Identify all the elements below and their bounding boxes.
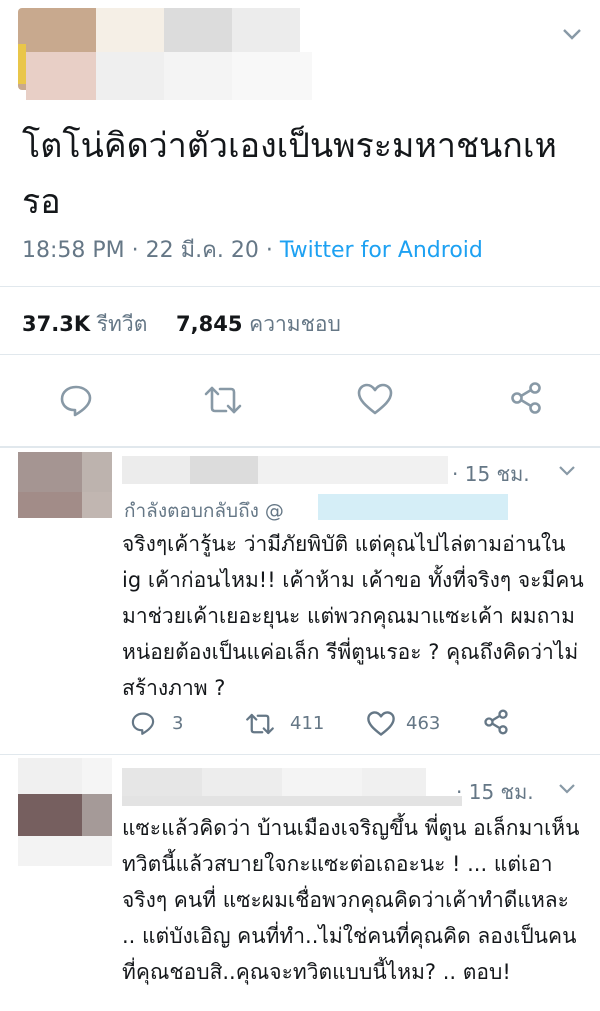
reply-icon [130, 712, 156, 740]
reply-name-redacted[interactable] [122, 768, 202, 796]
divider [0, 754, 600, 755]
chevron-down-icon[interactable] [556, 780, 578, 802]
reply-count: 3 [172, 713, 184, 734]
reply-name-redacted-2 [202, 768, 282, 796]
reply-like-button[interactable] [366, 710, 396, 741]
reply-name-redacted-3 [282, 768, 362, 796]
retweet-icon [244, 713, 276, 740]
avatar-pixel [82, 492, 112, 518]
handle-redacted [26, 52, 96, 100]
handle-redacted-3 [164, 52, 232, 100]
avatar-pixel [82, 452, 112, 492]
retweets-label[interactable]: รีทวีต [97, 312, 148, 336]
tweet-stats: 37.3K รีทวีต 7,845 ความชอบ [22, 308, 363, 341]
reply-name-redacted-3 [258, 456, 448, 484]
reply-time: · 15 ชม. [456, 780, 534, 804]
handle-redacted-4 [232, 52, 312, 100]
reply-name-redacted-4 [362, 768, 426, 796]
likes-count[interactable]: 7,845 [176, 312, 242, 336]
reply-handle-redacted [122, 796, 462, 806]
divider [0, 286, 600, 287]
like-icon [356, 382, 394, 416]
replying-to-label: กำลังตอบกลับถึง @ [124, 500, 284, 522]
avatar-pixel [18, 758, 82, 794]
meta-separator: · [131, 238, 139, 263]
divider [0, 446, 600, 448]
tweet-time: 18:58 PM [22, 238, 125, 263]
avatar-pixel [82, 794, 112, 836]
share-button[interactable] [508, 380, 544, 416]
replying-to-handle-redacted[interactable] [318, 494, 508, 520]
tweet-date[interactable]: 22 มี.ค. 20 [146, 238, 259, 263]
share-icon [508, 380, 544, 416]
likes-label[interactable]: ความชอบ [249, 312, 341, 336]
retweet-button[interactable] [202, 384, 244, 416]
retweet-icon [202, 384, 244, 416]
display-name-redacted-2 [164, 8, 232, 52]
tweet-meta: 18:58 PM · 22 มี.ค. 20 · Twitter for And… [22, 232, 483, 267]
reply-reply-button[interactable] [130, 710, 156, 740]
like-count: 463 [406, 713, 441, 734]
reply-name-redacted[interactable] [122, 456, 190, 484]
reply-text: แซะแล้วคิดว่า บ้านเมืองเจริญขึ้น พี่ตูน … [122, 816, 580, 984]
avatar-edge [18, 44, 26, 84]
avatar-pixel [82, 758, 112, 794]
display-name-redacted[interactable] [96, 8, 164, 52]
tweet-text: โตโน่คิดว่าตัวเองเป็นพระมหาชนกเหรอ [22, 126, 557, 222]
avatar-pixel [18, 492, 82, 518]
chevron-down-icon[interactable] [560, 24, 584, 44]
reply-text: จริงๆเค้ารู้นะ ว่ามีภัยพิบัติ แต่คุณไปไล… [122, 532, 584, 700]
reply-time: · 15 ชม. [452, 462, 530, 486]
replying-to: กำลังตอบกลับถึง @ [124, 496, 284, 526]
reply-share-button[interactable] [482, 708, 510, 740]
retweets-count[interactable]: 37.3K [22, 312, 90, 336]
chevron-down-icon[interactable] [556, 462, 578, 484]
reply-icon [58, 382, 94, 418]
avatar-pixel [18, 794, 82, 836]
reply-name-redacted-2 [190, 456, 258, 484]
share-icon [482, 709, 510, 740]
display-name-redacted-3 [232, 8, 300, 52]
handle-redacted-2 [96, 52, 164, 100]
divider [0, 354, 600, 355]
avatar-pixel [18, 452, 82, 492]
reply-button[interactable] [58, 382, 94, 418]
avatar-pixel [18, 836, 112, 866]
tweet-source-link[interactable]: Twitter for Android [280, 238, 483, 263]
like-icon [366, 711, 396, 741]
reply-retweet-button[interactable] [244, 712, 276, 740]
retweet-count: 411 [290, 713, 325, 734]
meta-separator-2: · [265, 238, 273, 263]
like-button[interactable] [356, 382, 394, 416]
